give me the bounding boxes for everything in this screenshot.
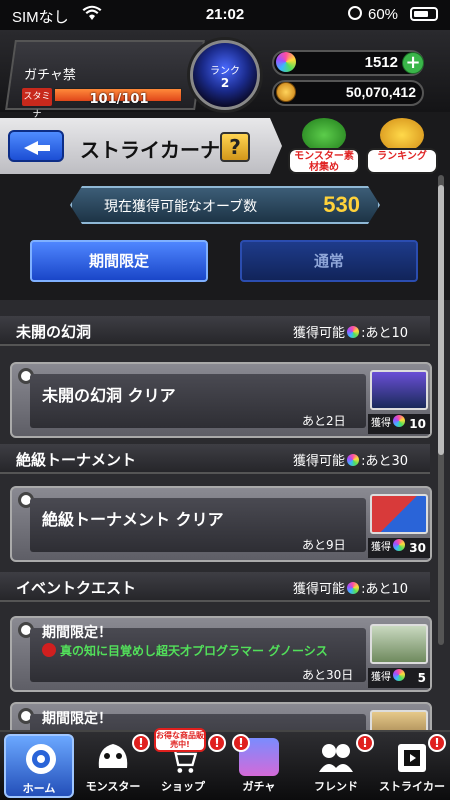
- nav-striker[interactable]: ! ストライカー: [374, 734, 450, 798]
- quest-reward: 獲得 30: [368, 538, 430, 558]
- shop-promo-tag: お得な商品販売中!: [154, 728, 206, 752]
- quest-card[interactable]: 未開の幻洞 クリア あと2日 獲得 10: [10, 362, 432, 438]
- orb-icon: [393, 415, 405, 427]
- orb-icon: [393, 539, 405, 551]
- section-header: 未開の幻洞 獲得可能:あと10: [0, 316, 430, 346]
- section-available: 獲得可能:あと10: [293, 582, 408, 597]
- quest-remaining: あと2日: [302, 414, 346, 428]
- list-scrollbar[interactable]: [438, 175, 444, 645]
- quest-title: 絶級トーナメント クリア: [42, 510, 224, 529]
- orb-icon: [393, 669, 405, 681]
- rank-label: ランク: [210, 66, 240, 77]
- section-name: 絶級トーナメント: [16, 451, 137, 469]
- rank-value: 2: [220, 76, 230, 90]
- ranking-label: ランキング: [366, 148, 438, 174]
- demon-icon: [42, 643, 56, 657]
- quest-reward: 獲得 5: [368, 668, 430, 688]
- section-header: 絶級トーナメント 獲得可能:あと30: [0, 444, 430, 474]
- help-button[interactable]: ?: [220, 132, 250, 162]
- buy-orbs-button[interactable]: +: [402, 52, 424, 74]
- page-title: ストライカーナビ: [80, 138, 240, 162]
- tab-normal[interactable]: 通常: [240, 240, 418, 282]
- tab-limited[interactable]: 期間限定: [30, 240, 208, 282]
- notification-badge: !: [132, 734, 150, 752]
- quest-card[interactable]: 絶級トーナメント クリア あと9日 獲得 30: [10, 486, 432, 562]
- quest-list[interactable]: 未開の幻洞 獲得可能:あと10 未開の幻洞 クリア あと2日 獲得 10 絶級トー…: [0, 300, 450, 740]
- nav-label: ホーム: [22, 782, 56, 795]
- back-button[interactable]: [8, 130, 64, 162]
- ranking-button[interactable]: ランキング: [366, 118, 438, 176]
- quest-card[interactable]: 期間限定！ 真の知に目覚めし超天才プログラマー グノーシス あと30日 獲得 5: [10, 616, 432, 692]
- section-header: イベントクエスト 獲得可能:あと10: [0, 572, 430, 602]
- striker-card-icon: [398, 744, 426, 772]
- notification-badge: !: [232, 734, 250, 752]
- orb-available-label: 現在獲得可能なオーブ数: [104, 199, 258, 215]
- gacha-ban-label: ガチャ禁: [24, 68, 76, 83]
- orb-icon: [347, 454, 360, 466]
- nav-label: ストライカー: [379, 780, 445, 793]
- clover-icon: [302, 118, 346, 152]
- orb-icon: [276, 52, 296, 72]
- nav-friend[interactable]: ! フレンド: [300, 734, 374, 798]
- orb-icon: [347, 582, 360, 594]
- monster-icon: [98, 744, 128, 768]
- orientation-lock-icon: [348, 6, 362, 20]
- battery-icon: [410, 7, 438, 21]
- nav-monster[interactable]: ! モンスター: [78, 734, 150, 798]
- quest-thumbnail: [370, 370, 428, 410]
- nav-label: ショップ: [161, 780, 205, 793]
- battery-percent: 60%: [368, 6, 399, 23]
- stamina-value: 101/101: [89, 92, 149, 107]
- orb-count: 1512: [364, 54, 398, 71]
- nav-gacha[interactable]: ! ガチャ: [224, 734, 294, 798]
- quest-thumbnail: [370, 494, 428, 534]
- orb-available-value: 530: [323, 192, 360, 217]
- notification-badge: !: [356, 734, 374, 752]
- section-available: 獲得可能:あと30: [293, 454, 408, 469]
- nav-label: モンスター: [85, 780, 141, 793]
- quest-reward: 獲得 10: [368, 414, 430, 434]
- nav-label: フレンド: [314, 780, 358, 793]
- nav-home[interactable]: ホーム: [4, 734, 74, 798]
- stamina-label: スタミナ: [22, 88, 52, 120]
- materials-button[interactable]: モンスター素材集め: [288, 118, 360, 176]
- quest-remaining: あと9日: [302, 538, 346, 552]
- notification-badge: !: [428, 734, 446, 752]
- materials-label: モンスター素材集め: [288, 148, 360, 174]
- section-name: 未開の幻洞: [16, 323, 92, 341]
- quest-remaining: あと30日: [302, 668, 354, 682]
- orb-icon: [347, 326, 360, 338]
- quest-event-title: 真の知に目覚めし超天才プログラマー グノーシス: [42, 642, 328, 659]
- status-bar: SIMなし 21:02 60%: [0, 0, 450, 30]
- friend-icon: [319, 744, 353, 772]
- section-available: 獲得可能:あと10: [293, 326, 408, 341]
- quest-limited-label: 期間限定！: [42, 711, 112, 727]
- quest-limited-label: 期間限定！: [42, 625, 112, 641]
- crown-icon: [380, 118, 424, 152]
- gold-count: 50,070,412: [345, 84, 416, 100]
- nav-label: ガチャ: [242, 780, 276, 793]
- quest-thumbnail: [370, 624, 428, 664]
- gold-coin-icon: [276, 82, 296, 102]
- quest-title: 未開の幻洞 クリア: [42, 386, 176, 405]
- home-icon: [26, 744, 56, 774]
- section-name: イベントクエスト: [16, 579, 137, 597]
